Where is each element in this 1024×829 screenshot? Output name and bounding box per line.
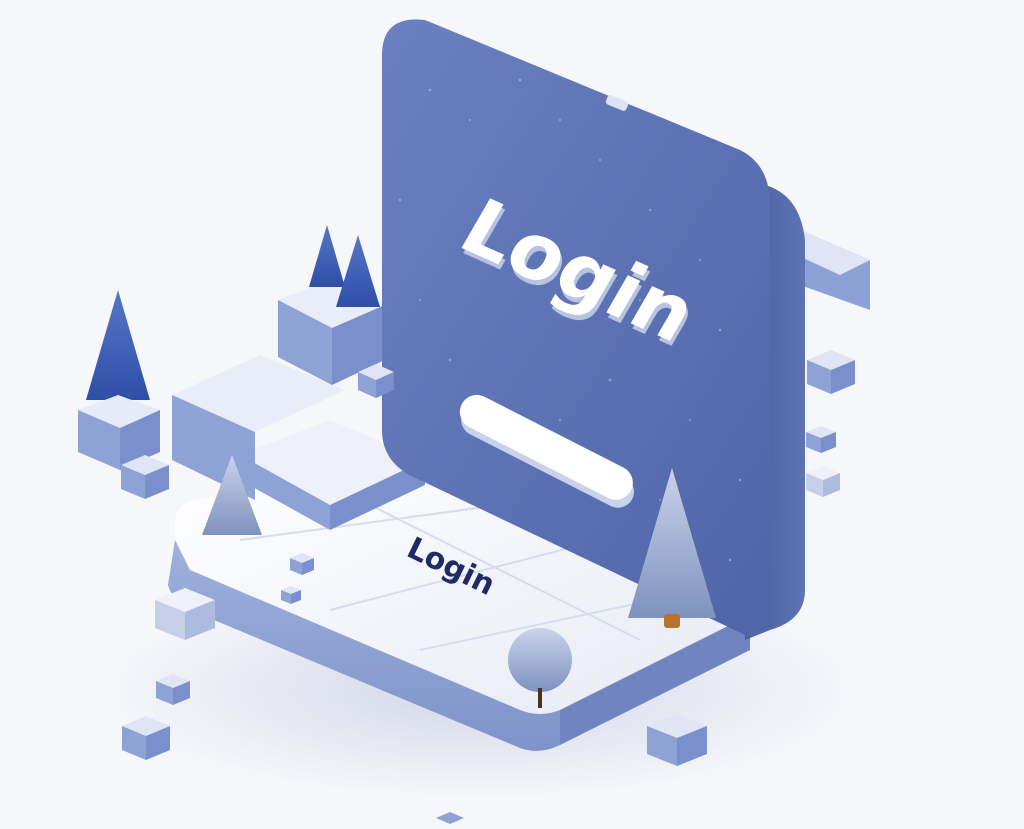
cube-icon <box>807 350 855 394</box>
cube-icon <box>436 812 464 824</box>
pine-tree-icon <box>86 290 150 412</box>
isometric-login-scene: Login Login Login <box>78 19 870 824</box>
cube-icon <box>806 466 840 497</box>
pine-tree-icon <box>309 225 345 287</box>
cube-icon <box>806 426 836 453</box>
pine-tree-icon <box>336 235 380 307</box>
